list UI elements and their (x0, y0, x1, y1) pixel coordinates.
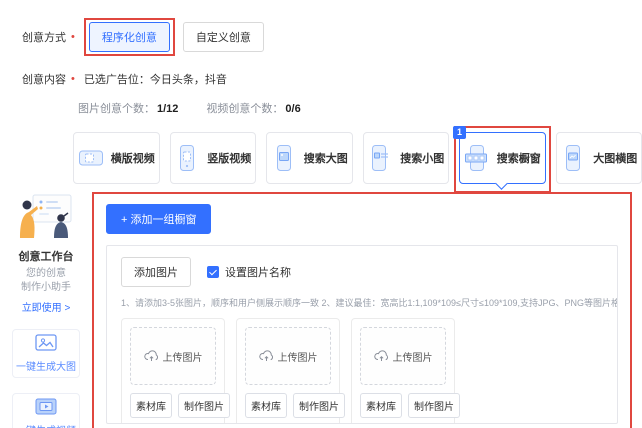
search-small-image-icon (372, 145, 389, 171)
workbench-illustration (20, 194, 72, 238)
selected-placements-text: 已选广告位：今日头条，抖音 (83, 74, 227, 86)
image-creative-count: 图片创意个数： 1/12 (78, 100, 178, 116)
material-library-button[interactable]: 素材库 (360, 393, 402, 418)
video-icon (35, 398, 57, 415)
upload-image-label: 上传图片 (277, 352, 318, 364)
creative-content-label: 创意内容 (22, 74, 66, 86)
tab-label: 大图横图 (593, 153, 638, 165)
workbench-subtitle: 您的创意 制作小助手 (6, 267, 86, 294)
add-showcase-group-button[interactable]: + 添加一组橱窗 (106, 204, 212, 234)
video-creative-count: 视频创意个数： 0/6 (206, 100, 300, 116)
upload-instructions: 1、请添加3-5张图片，顺序和用户侧展示顺序一致 2、建议最佳：宽高比1:1,1… (121, 298, 618, 308)
upload-card-3: 上传图片 素材库 制作图片 图片名称 (351, 318, 460, 423)
workbench-subtitle-line2: 制作小助手 (21, 281, 71, 293)
search-large-image-icon (276, 145, 291, 171)
creative-mode-row: 创意方式 • 程序化创意 自定义创意 (22, 18, 642, 56)
ad-creative-setup-page: 创意方式 • 程序化创意 自定义创意 创意内容 • 已选广告位：今日头条，抖音 … (0, 0, 642, 428)
shortcut-label: 一键生成视频 (15, 422, 77, 428)
tab-label: 横版视频 (110, 153, 155, 165)
material-library-button[interactable]: 素材库 (245, 393, 287, 418)
card-actions: 素材库 制作图片 (245, 393, 345, 418)
search-showcase-icon (464, 145, 487, 171)
workbench-title: 创意工作台 (18, 251, 74, 263)
set-image-name-checkbox[interactable] (207, 266, 219, 278)
red-annotation-box-mode: 程序化创意 (83, 18, 175, 56)
video-count-value: 0/6 (285, 103, 301, 115)
creative-workbench-sidebar: 创意工作台 您的创意 制作小助手 立即使用 > 一键生成大图 (6, 192, 86, 428)
upload-image-label: 上传图片 (392, 352, 433, 364)
vertical-video-icon (180, 145, 195, 171)
creative-form: 创意方式 • 程序化创意 自定义创意 创意内容 • 已选广告位：今日头条，抖音 … (0, 0, 642, 193)
large-image-horizontal-icon (566, 145, 581, 171)
horizontal-video-icon (78, 150, 103, 166)
video-count-label: 视频创意个数： (206, 103, 284, 115)
make-image-button[interactable]: 制作图片 (178, 393, 230, 418)
creative-counts-row: 图片创意个数： 1/12 视频创意个数： 0/6 (78, 100, 642, 116)
workbench-use-now-link[interactable]: 立即使用 > (6, 299, 86, 314)
tab-horizontal-video[interactable]: 横版视频 (73, 132, 160, 184)
material-library-button[interactable]: 素材库 (130, 393, 172, 418)
upload-cards-row: 上传图片 素材库 制作图片 图片名称 (121, 318, 603, 423)
showcase-group-card: 添加图片 设置图片名称 1、请添加3-5张图片，顺序和用户侧展示顺序一致 2、建… (106, 245, 618, 424)
tab-label: 搜索小图 (400, 153, 445, 165)
tab-vertical-video[interactable]: 竖版视频 (169, 132, 256, 184)
upload-card-2: 上传图片 素材库 制作图片 图片名称 (236, 318, 345, 423)
make-image-button[interactable]: 制作图片 (408, 393, 460, 418)
make-image-button[interactable]: 制作图片 (293, 393, 345, 418)
creative-mode-label: 创意方式 (22, 32, 66, 44)
upload-image-label: 上传图片 (162, 352, 203, 364)
image-icon (35, 334, 57, 351)
generate-large-image-shortcut[interactable]: 一键生成大图 (12, 329, 80, 378)
cloud-upload-icon (373, 350, 388, 361)
add-image-button[interactable]: 添加图片 (121, 257, 191, 287)
tab-label: 竖版视频 (207, 153, 252, 165)
creative-content-row: 创意内容 • 已选广告位：今日头条，抖音 (22, 71, 642, 87)
bottom-area: 创意工作台 您的创意 制作小助手 立即使用 > 一键生成大图 + 添加一组橱窗 … (0, 186, 642, 428)
shortcut-label: 一键生成大图 (16, 362, 76, 373)
generate-video-shortcut[interactable]: 一键生成视频 (12, 393, 80, 428)
required-marker: • (71, 73, 75, 85)
tab-search-large-image[interactable]: 搜索大图 (266, 132, 353, 184)
showcase-config-panel: + 添加一组橱窗 添加图片 设置图片名称 1、请添加3-5张图片，顺序和用户侧展… (92, 192, 632, 428)
programmatic-creative-button[interactable]: 程序化创意 (88, 22, 170, 52)
tab-label: 搜索大图 (303, 153, 348, 165)
upload-image-dropzone[interactable]: 上传图片 (130, 327, 216, 385)
cloud-upload-icon (143, 350, 158, 361)
creative-type-tabs: 横版视频 竖版视频 搜索大图 搜索小图 1 搜索橱窗 大图横图 (73, 126, 642, 193)
cloud-upload-icon (258, 350, 273, 361)
image-count-label: 图片创意个数： (78, 103, 155, 115)
required-marker: • (71, 31, 75, 43)
custom-creative-button[interactable]: 自定义创意 (182, 22, 264, 52)
card-actions: 素材库 制作图片 (360, 393, 460, 418)
set-image-name-label[interactable]: 设置图片名称 (225, 264, 291, 280)
image-count-value: 1/12 (157, 103, 179, 115)
card-actions: 素材库 制作图片 (130, 393, 230, 418)
selected-count-badge: 1 (453, 126, 466, 139)
upload-image-dropzone[interactable]: 上传图片 (245, 327, 331, 385)
upload-card-1: 上传图片 素材库 制作图片 图片名称 (121, 318, 230, 423)
tab-label: 搜索橱窗 (496, 153, 541, 165)
tab-search-small-image[interactable]: 搜索小图 (362, 132, 449, 184)
tab-search-showcase[interactable]: 1 搜索橱窗 (453, 126, 551, 193)
upload-image-dropzone[interactable]: 上传图片 (360, 327, 446, 385)
tab-large-image-horizontal[interactable]: 大图横图 (555, 132, 642, 184)
card-header: 添加图片 设置图片名称 (121, 257, 603, 287)
workbench-subtitle-line1: 您的创意 (26, 268, 66, 279)
